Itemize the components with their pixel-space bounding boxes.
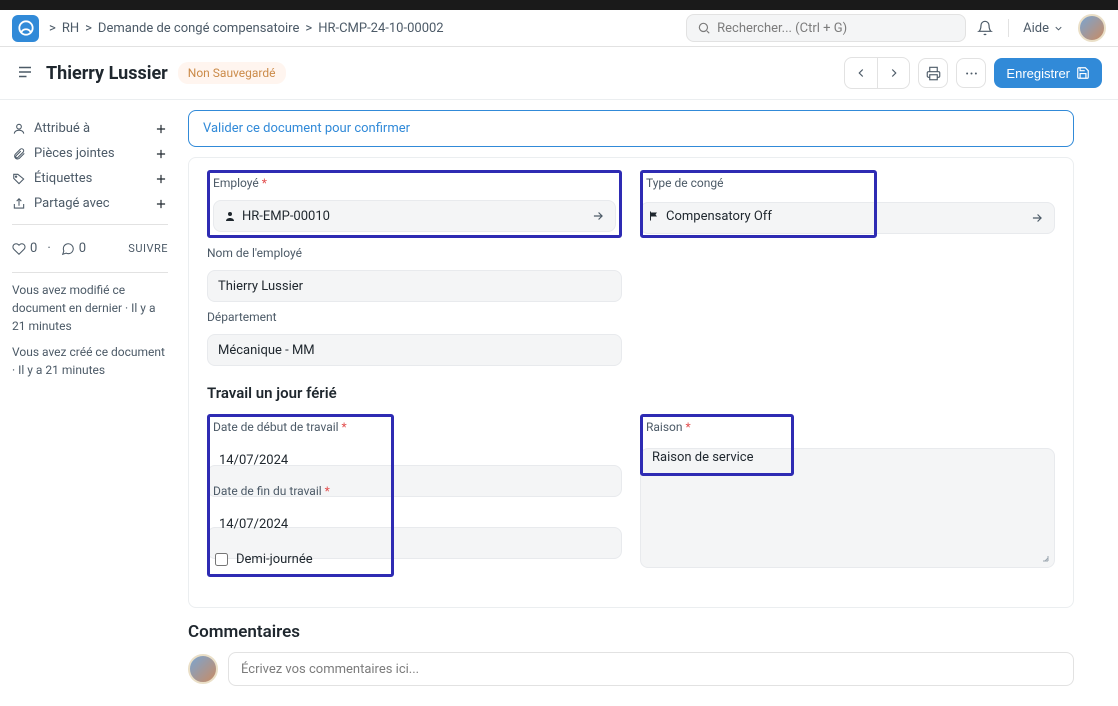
divider bbox=[1008, 19, 1009, 37]
leave-type-label: Type de congé bbox=[646, 176, 871, 192]
work-from-label: Date de début de travail * bbox=[213, 420, 388, 436]
save-button[interactable]: Enregistrer bbox=[994, 58, 1102, 88]
leave-type-value: Compensatory Off bbox=[666, 209, 772, 224]
created-info: Vous avez créé ce document · Il y a 21 m… bbox=[12, 343, 168, 379]
sidebar-item-assigned[interactable]: Attribué à bbox=[12, 116, 168, 141]
sidebar-item-tags[interactable]: Étiquettes bbox=[12, 166, 168, 191]
print-button[interactable] bbox=[918, 58, 948, 88]
link-arrow-icon[interactable] bbox=[591, 209, 605, 223]
breadcrumb-item-rh[interactable]: RH bbox=[62, 21, 79, 36]
department-label: Département bbox=[207, 310, 622, 326]
employee-name-field: Thierry Lussier bbox=[207, 270, 622, 302]
search-input[interactable]: Rechercher... (Ctrl + G) bbox=[686, 14, 966, 42]
follow-button[interactable]: SUIVRE bbox=[128, 242, 168, 255]
sidebar-item-shared[interactable]: Partagé avec bbox=[12, 191, 168, 216]
breadcrumb: > RH > Demande de congé compensatoire > … bbox=[49, 21, 444, 36]
sidebar-item-label: Pièces jointes bbox=[34, 146, 115, 161]
sidebar-item-label: Partagé avec bbox=[34, 196, 110, 211]
half-day-checkbox[interactable] bbox=[215, 553, 228, 566]
search-placeholder: Rechercher... (Ctrl + G) bbox=[717, 21, 847, 36]
sidebar-item-label: Étiquettes bbox=[34, 171, 92, 186]
department-field: Mécanique - MM bbox=[207, 334, 622, 366]
breadcrumb-item-docname[interactable]: HR-CMP-24-10-00002 bbox=[318, 21, 443, 36]
app-logo[interactable] bbox=[12, 15, 39, 42]
plus-icon[interactable] bbox=[154, 122, 168, 136]
prev-button[interactable] bbox=[845, 58, 877, 88]
employee-field[interactable]: HR-EMP-00010 bbox=[213, 200, 616, 232]
save-button-label: Enregistrer bbox=[1006, 66, 1070, 81]
comments-count[interactable]: 0 bbox=[61, 241, 86, 256]
breadcrumb-sep: > bbox=[85, 21, 92, 36]
plus-icon[interactable] bbox=[154, 147, 168, 161]
employee-name-label: Nom de l'employé bbox=[207, 246, 622, 262]
breadcrumb-item-doctype[interactable]: Demande de congé compensatoire bbox=[98, 21, 299, 36]
reason-value: Raison de service bbox=[652, 450, 754, 465]
highlight-leave-type: Type de congé Compensatory Off bbox=[640, 170, 877, 238]
page-header: Thierry Lussier Non Sauvegardé Enregistr… bbox=[0, 47, 1118, 100]
topbar: > RH > Demande de congé compensatoire > … bbox=[0, 10, 1118, 47]
plus-icon[interactable] bbox=[154, 172, 168, 186]
notifications-icon[interactable] bbox=[976, 19, 994, 37]
avatar bbox=[188, 654, 218, 684]
comment-input[interactable]: Écrivez vos commentaires ici... bbox=[228, 652, 1074, 686]
sidebar-item-attachments[interactable]: Pièces jointes bbox=[12, 141, 168, 166]
help-dropdown[interactable]: Aide bbox=[1023, 21, 1064, 36]
work-end-label: Date de fin du travail * bbox=[213, 484, 388, 500]
avatar[interactable] bbox=[1078, 14, 1106, 42]
main-pane: Valider ce document pour confirmer Emplo… bbox=[180, 100, 1118, 706]
reason-label: Raison * bbox=[646, 420, 788, 436]
breadcrumb-sep: > bbox=[49, 21, 56, 36]
confirm-alert: Valider ce document pour confirmer bbox=[188, 110, 1074, 147]
menu-toggle-icon[interactable] bbox=[16, 63, 36, 83]
menu-button[interactable] bbox=[956, 58, 986, 88]
plus-icon[interactable] bbox=[154, 197, 168, 211]
status-badge: Non Sauvegardé bbox=[178, 62, 286, 84]
highlight-dates: Date de début de travail * 14/07/2024 Da… bbox=[207, 414, 394, 577]
breadcrumb-sep: > bbox=[305, 21, 312, 36]
modified-info: Vous avez modifié ce document en dernier… bbox=[12, 281, 168, 335]
comments-heading: Commentaires bbox=[188, 622, 1074, 642]
resize-handle-icon[interactable] bbox=[1038, 551, 1050, 563]
highlight-reason: Raison * Raison de service bbox=[640, 414, 794, 476]
next-button[interactable] bbox=[877, 58, 909, 88]
sidebar-item-label: Attribué à bbox=[34, 121, 90, 136]
holiday-section-heading: Travail un jour férié bbox=[189, 384, 1073, 402]
likes-count[interactable]: 0 bbox=[12, 241, 37, 256]
employee-label: Employé * bbox=[213, 176, 616, 192]
work-from-value: 14/07/2024 bbox=[219, 453, 288, 468]
help-label: Aide bbox=[1023, 21, 1049, 36]
nav-prev-next bbox=[844, 57, 910, 89]
highlight-employee: Employé * HR-EMP-00010 bbox=[207, 170, 622, 238]
half-day-label: Demi-journée bbox=[236, 552, 313, 567]
sidebar: Attribué à Pièces jointes Étiquettes Par… bbox=[0, 100, 180, 706]
link-arrow-icon[interactable] bbox=[1030, 211, 1044, 225]
page-title: Thierry Lussier bbox=[46, 63, 168, 84]
employee-value: HR-EMP-00010 bbox=[242, 209, 330, 224]
